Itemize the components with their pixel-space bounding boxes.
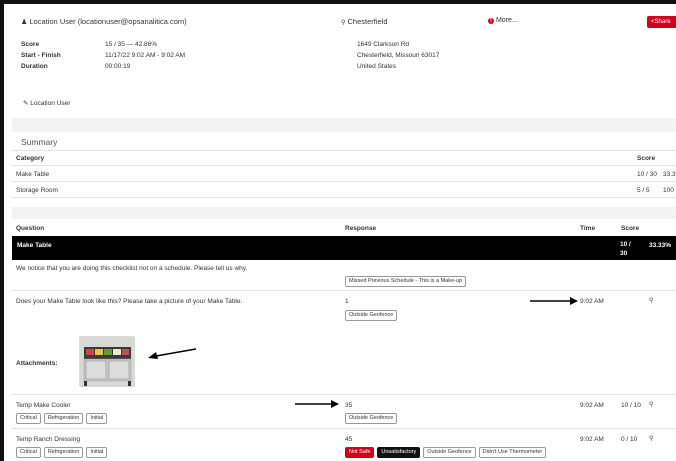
start-finish-label: Start - Finish — [21, 52, 61, 59]
summary-row-score: 5 / 5 — [637, 187, 650, 194]
more-label: More... — [495, 17, 518, 24]
section-score-line1: 10 / — [620, 241, 631, 248]
question-tags: Critical Refrigeration Initial — [16, 447, 110, 458]
question-text: Temp Ranch Dressing — [16, 436, 80, 443]
left-border — [0, 0, 4, 461]
time-value: 9:02 AM — [580, 298, 604, 305]
share-button[interactable]: <Share — [647, 16, 676, 28]
response-value: 35 — [345, 402, 353, 409]
summary-col-score: Score — [637, 155, 656, 162]
annotation-arrow-attachment — [148, 348, 196, 359]
time-value: 9:02 AM — [580, 436, 604, 443]
map-pin-icon[interactable]: ⚲ — [649, 401, 653, 408]
response-tags: Not Safe Unsatisfactory Outside Geofence Di… — [345, 447, 549, 458]
signature-label: Location User — [30, 100, 71, 107]
section-percent: 33.33% — [649, 242, 672, 249]
tag-unsatisfactory: Unsatisfactory — [377, 447, 421, 458]
duration-value: 00:00:19 — [105, 63, 131, 70]
response-value: 1 — [345, 298, 349, 305]
summary-row-percent: 100 — [663, 187, 674, 194]
address-line3: United States — [357, 63, 397, 70]
col-score: Score — [621, 225, 640, 232]
annotation-arrow-time — [530, 297, 578, 305]
address-line2: Chesterfield, Missouri 63017 — [357, 52, 440, 59]
info-icon: ! — [488, 18, 494, 24]
map-pin-icon: ⚲ — [341, 20, 346, 26]
signature: ✎ Location User — [23, 99, 70, 107]
col-question: Question — [16, 225, 45, 232]
summary-row-category: Storage Room — [16, 187, 58, 194]
attachment-thumbnail[interactable] — [79, 336, 135, 387]
summary-row-score: 10 / 30 — [637, 171, 657, 178]
section-divider-band — [12, 207, 676, 219]
col-response: Response — [345, 225, 377, 232]
location-header: ⚲ Chesterfield — [341, 17, 388, 26]
tag-initial: Initial — [86, 447, 108, 458]
start-finish-value: 11/17/22 9:02 AM - 9:02 AM — [105, 52, 186, 59]
summary-title: Summary — [21, 137, 58, 147]
col-time: Time — [580, 225, 596, 232]
response-tag: Outside Geofence — [345, 310, 398, 321]
tag-initial: Initial — [86, 413, 108, 424]
tag-no-thermometer: Didn't Use Thermometer — [478, 447, 547, 458]
map-pin-icon[interactable]: ⚲ — [649, 435, 653, 442]
score-value: 15 / 35 — 42.86% — [105, 41, 158, 48]
summary-row-category: Make Table — [16, 171, 50, 178]
make-table-image — [80, 337, 135, 387]
section-divider-band — [12, 118, 676, 132]
section-row-make-table: Make Table 10 / 30 33.33% — [12, 236, 676, 260]
tag-critical: Critical — [16, 413, 41, 424]
top-border — [0, 0, 676, 4]
section-score-line2: 30 — [620, 250, 628, 257]
map-pin-icon[interactable]: ⚲ — [649, 297, 653, 304]
user-icon: ♟ — [21, 19, 28, 26]
tag-refrigeration: Refrigeration — [43, 447, 84, 458]
duration-label: Duration — [21, 63, 48, 70]
share-label: Share — [654, 19, 671, 25]
tag-outside-geofence: Outside Geofence — [423, 447, 476, 458]
question-text: Does your Make Table look like this? Ple… — [16, 298, 243, 305]
tag-critical: Critical — [16, 447, 41, 458]
question-text: Temp Make Cooler — [16, 402, 71, 409]
address-line1: 1649 Clarkson Rd — [357, 41, 410, 48]
summary-row-percent: 33.3 — [663, 171, 676, 178]
score-value: 0 / 10 — [621, 436, 638, 443]
score-value: 10 / 10 — [621, 402, 641, 409]
location-name: Chesterfield — [347, 17, 388, 26]
summary-col-category: Category — [16, 155, 45, 162]
pencil-icon: ✎ — [23, 100, 29, 107]
section-title: Make Table — [17, 242, 52, 249]
more-link[interactable]: ! More... — [488, 17, 518, 24]
time-value: 9:02 AM — [580, 402, 604, 409]
response-value: 45 — [345, 436, 353, 443]
user-header: ♟ Location User (locationuser@opsanaliti… — [21, 17, 187, 26]
tag-refrigeration: Refrigeration — [43, 413, 84, 424]
tag-not-safe: Not Safe — [345, 447, 375, 458]
response-tag: Outside Geofence — [345, 413, 398, 424]
score-label: Score — [21, 41, 40, 48]
response-tag: Missed Previous Schedule - This is a Mak… — [345, 276, 467, 287]
attachments-label: Attachments: — [16, 360, 58, 367]
question-text: We notice that you are doing this checkl… — [16, 265, 248, 272]
question-tags: Critical Refrigeration Initial — [16, 413, 110, 424]
user-label: Location User (locationuser@opsanalitica… — [29, 17, 187, 26]
annotation-arrow-response — [295, 400, 339, 408]
